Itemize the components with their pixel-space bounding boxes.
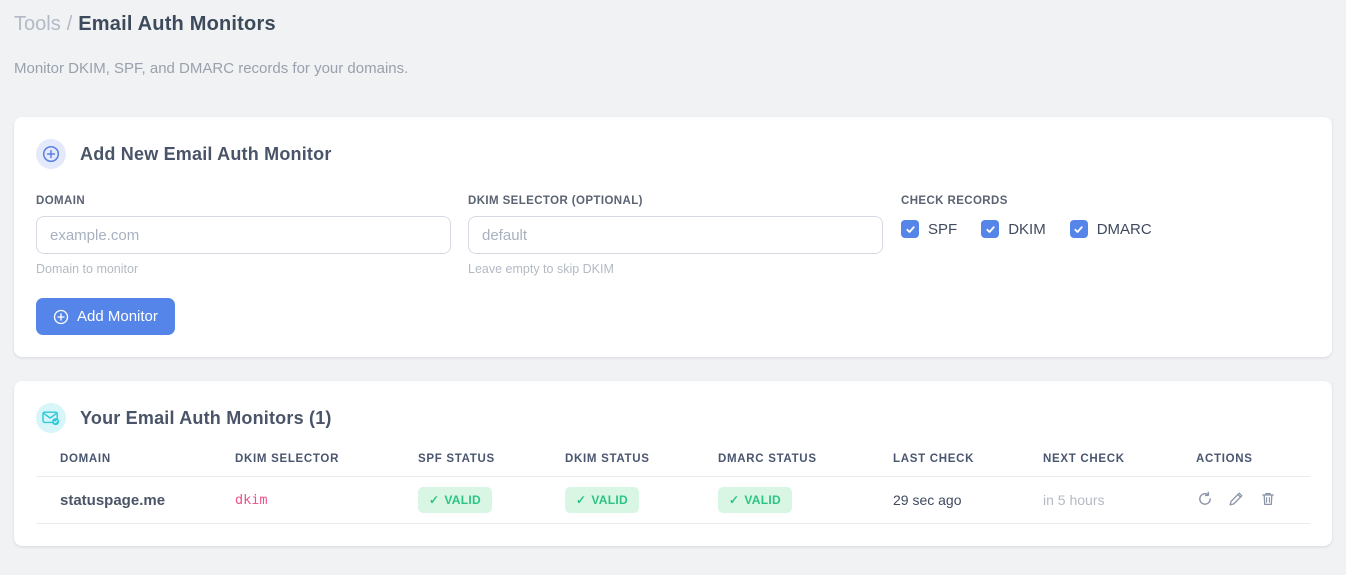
domain-field-group: DOMAIN Domain to monitor xyxy=(36,195,451,276)
domain-input[interactable] xyxy=(36,216,451,254)
monitor-domain: statuspage.me xyxy=(36,476,235,524)
dkim-status-label: VALID xyxy=(591,493,628,507)
dmarc-status-label: VALID xyxy=(744,493,781,507)
breadcrumb: Tools / Email Auth Monitors xyxy=(14,12,1332,36)
dkim-selector-field-label: DKIM SELECTOR (OPTIONAL) xyxy=(468,195,643,207)
dkim-selector-field-hint: Leave empty to skip DKIM xyxy=(468,262,614,276)
monitors-list-card: Your Email Auth Monitors (1) DOMAIN DKIM… xyxy=(14,381,1332,546)
check-records-label: CHECK RECORDS xyxy=(901,195,1008,207)
checkbox-check-icon xyxy=(901,220,919,238)
table-row: statuspage.me dkim ✓ VALID ✓ VALID ✓ VAL… xyxy=(36,476,1310,524)
column-header-dkim-selector: DKIM SELECTOR xyxy=(235,453,418,477)
monitors-list-card-title: Your Email Auth Monitors (1) xyxy=(80,407,332,428)
monitor-actions-cell xyxy=(1196,476,1310,524)
domain-field-hint: Domain to monitor xyxy=(36,262,139,276)
checkbox-check-icon xyxy=(981,220,1000,238)
breadcrumb-tools-link[interactable]: Tools xyxy=(14,13,61,35)
dkim-checkbox[interactable]: DKIM xyxy=(981,220,1046,238)
monitor-last-check: 29 sec ago xyxy=(893,476,1043,524)
dkim-status-cell: ✓ VALID xyxy=(565,476,718,524)
delete-icon[interactable] xyxy=(1260,490,1277,507)
page-subtitle: Monitor DKIM, SPF, and DMARC records for… xyxy=(14,60,409,77)
checkbox-check-icon xyxy=(1069,220,1088,238)
check-records-row: SPF DKIM DMARC xyxy=(901,220,1152,238)
add-monitor-button-label: Add Monitor xyxy=(77,308,158,325)
spf-status-label: VALID xyxy=(444,493,481,507)
monitors-list-card-header: Your Email Auth Monitors (1) xyxy=(36,403,1310,433)
add-monitor-card: Add New Email Auth Monitor DOMAIN Domain… xyxy=(14,117,1332,357)
email-auth-monitors-page: Tools / Email Auth Monitors Monitor DKIM, … xyxy=(0,0,1346,546)
breadcrumb-separator: / xyxy=(66,13,73,35)
dmarc-status-cell: ✓ VALID xyxy=(718,476,893,524)
edit-icon[interactable] xyxy=(1228,490,1245,507)
dkim-selector-field-group: DKIM SELECTOR (OPTIONAL) Leave empty to … xyxy=(468,195,883,276)
column-header-last-check: LAST CHECK xyxy=(893,453,1043,477)
monitor-dkim-selector: dkim xyxy=(235,476,418,524)
column-header-dkim-status: DKIM STATUS xyxy=(565,453,718,477)
add-monitor-button[interactable]: Add Monitor xyxy=(36,298,175,335)
add-monitor-card-header: Add New Email Auth Monitor xyxy=(36,139,1310,169)
plus-circle-icon xyxy=(53,309,69,325)
dmarc-checkbox-label: DMARC xyxy=(1096,220,1152,238)
spf-checkbox[interactable]: SPF xyxy=(901,220,957,238)
dkim-selector-input[interactable] xyxy=(468,216,883,254)
check-icon: ✓ xyxy=(576,493,587,507)
spf-status-cell: ✓ VALID xyxy=(418,476,565,524)
email-check-icon xyxy=(36,403,66,433)
dmarc-checkbox[interactable]: DMARC xyxy=(1069,220,1152,238)
dkim-status-badge: ✓ VALID xyxy=(565,487,639,513)
column-header-actions: ACTIONS xyxy=(1196,453,1310,477)
domain-field-label: DOMAIN xyxy=(36,195,86,207)
page-title: Email Auth Monitors xyxy=(78,13,276,35)
add-monitor-card-title: Add New Email Auth Monitor xyxy=(80,143,332,164)
check-icon: ✓ xyxy=(429,493,440,507)
spf-status-badge: ✓ VALID xyxy=(418,487,492,513)
refresh-icon[interactable] xyxy=(1196,490,1213,507)
check-records-group: CHECK RECORDS SPF DKIM DMARC xyxy=(901,195,1152,276)
column-header-spf-status: SPF STATUS xyxy=(418,453,565,477)
dmarc-status-badge: ✓ VALID xyxy=(718,487,792,513)
check-icon: ✓ xyxy=(729,493,740,507)
spf-checkbox-label: SPF xyxy=(928,220,958,238)
column-header-next-check: NEXT CHECK xyxy=(1043,453,1196,477)
column-header-domain: DOMAIN xyxy=(36,453,235,477)
dkim-checkbox-label: DKIM xyxy=(1008,220,1046,238)
add-monitor-form: DOMAIN Domain to monitor DKIM SELECTOR (… xyxy=(36,195,1310,276)
monitors-table-header-row: DOMAIN DKIM SELECTOR SPF STATUS DKIM STA… xyxy=(36,453,1310,477)
plus-circle-icon xyxy=(36,139,66,169)
monitor-next-check: in 5 hours xyxy=(1043,476,1196,524)
monitors-table: DOMAIN DKIM SELECTOR SPF STATUS DKIM STA… xyxy=(36,453,1310,524)
column-header-dmarc-status: DMARC STATUS xyxy=(718,453,893,477)
